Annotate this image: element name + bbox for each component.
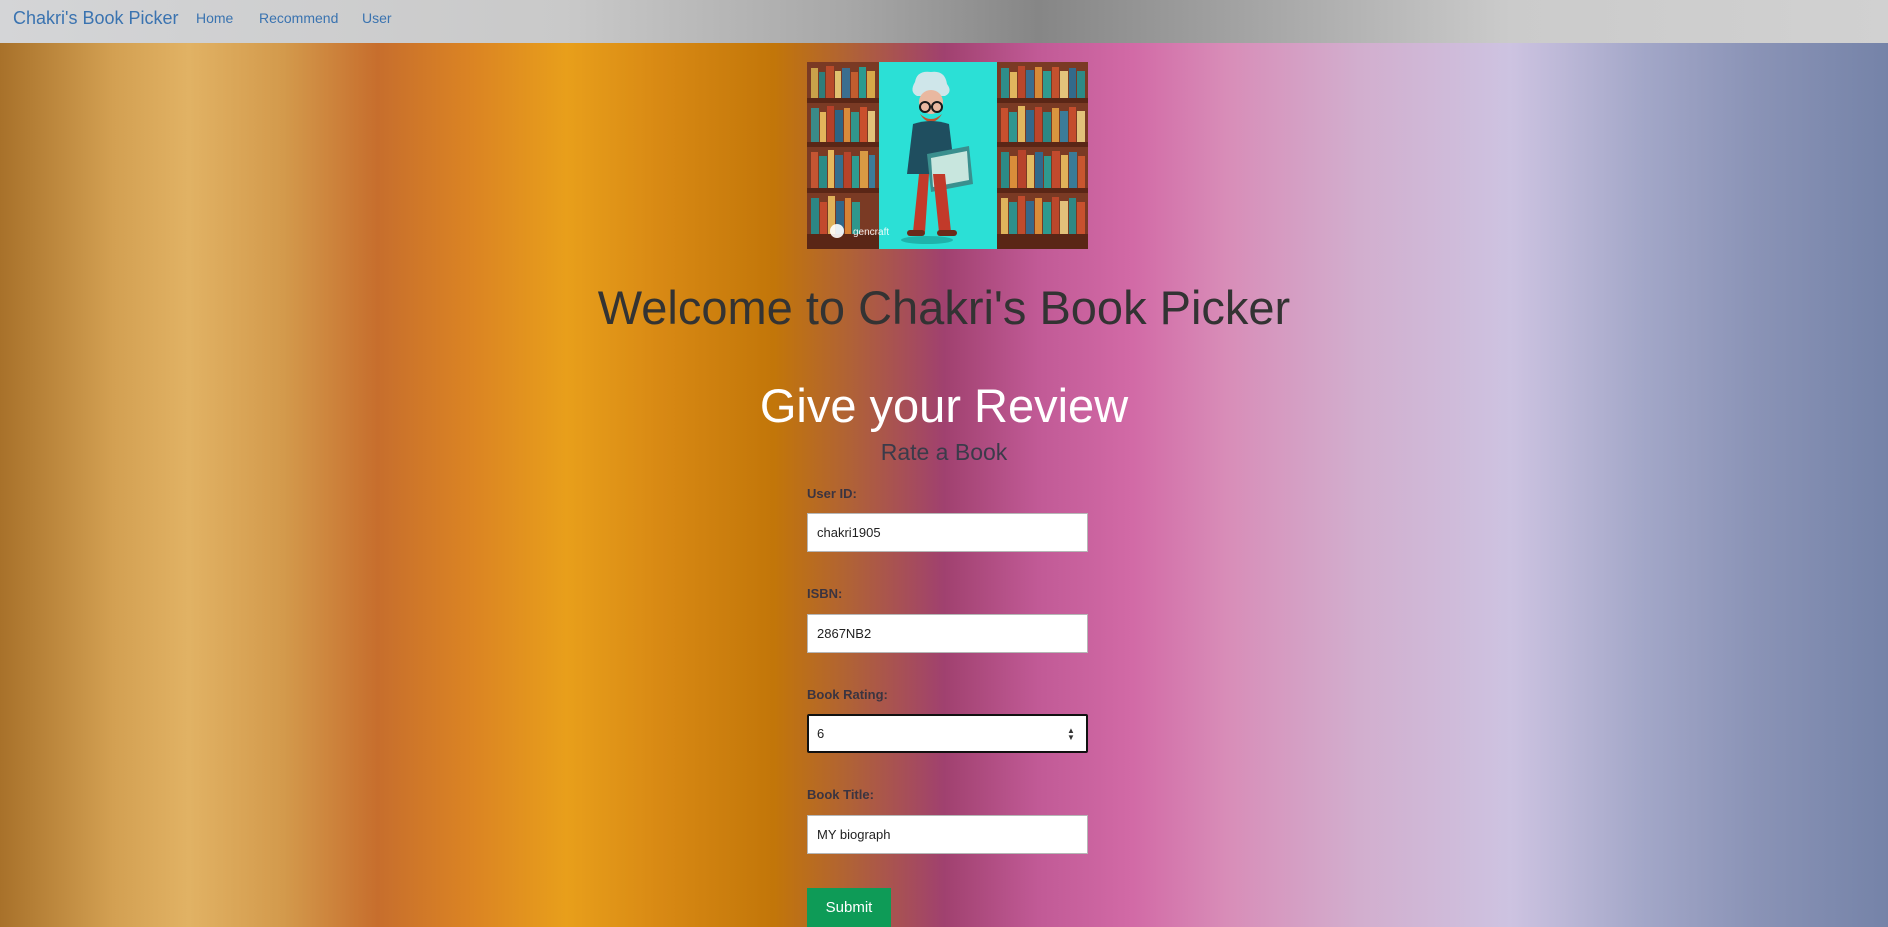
- review-title: Give your Review: [759, 379, 1129, 432]
- isbn-label: ISBN:: [807, 586, 843, 601]
- book-title-label: Book Title:: [807, 787, 874, 802]
- nav-link-user[interactable]: User: [362, 10, 392, 26]
- brand-link[interactable]: Chakri's Book Picker: [13, 8, 179, 29]
- book-title-input[interactable]: [807, 815, 1088, 854]
- submit-button[interactable]: Submit: [807, 888, 891, 927]
- welcome-heading: Welcome to Chakri's Book Picker: [597, 281, 1291, 334]
- isbn-input[interactable]: [807, 614, 1088, 653]
- rating-stepper[interactable]: ▲ ▼: [1066, 727, 1076, 742]
- user-id-label: User ID:: [807, 486, 857, 501]
- stepper-down-icon[interactable]: ▼: [1066, 734, 1076, 742]
- hero-watermark: gencraft: [853, 227, 889, 238]
- navbar: Chakri's Book Picker Home Recommend User: [0, 0, 1888, 43]
- user-id-input[interactable]: [807, 513, 1088, 552]
- nav-link-home[interactable]: Home: [196, 10, 233, 26]
- nav-link-recommend[interactable]: Recommend: [259, 10, 338, 26]
- book-rating-label: Book Rating:: [807, 687, 888, 702]
- book-rating-input[interactable]: [807, 714, 1088, 753]
- hero-image: gencraft: [807, 62, 1088, 249]
- rate-subtitle: Rate a Book: [880, 439, 1008, 465]
